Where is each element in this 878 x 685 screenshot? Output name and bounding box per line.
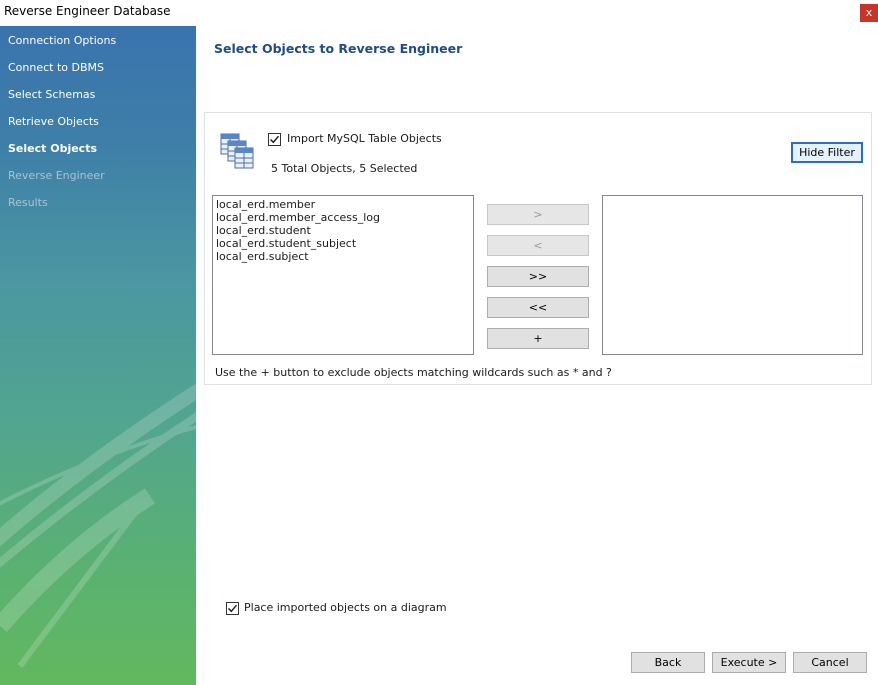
hide-filter-button[interactable]: Hide Filter <box>791 142 863 163</box>
step-connect-to-dbms[interactable]: Connect to DBMS <box>8 61 104 74</box>
step-connection-options[interactable]: Connection Options <box>8 34 116 47</box>
window-title: Reverse Engineer Database <box>4 4 171 18</box>
list-item[interactable]: local_erd.member_access_log <box>216 211 470 224</box>
import-tables-label: Import MySQL Table Objects <box>287 132 442 145</box>
step-retrieve-objects[interactable]: Retrieve Objects <box>8 115 99 128</box>
step-reverse-engineer: Reverse Engineer <box>8 169 105 182</box>
wildcard-hint: Use the + button to exclude objects matc… <box>215 366 612 379</box>
cancel-button[interactable]: Cancel <box>793 652 867 673</box>
step-select-schemas[interactable]: Select Schemas <box>8 88 95 101</box>
checkmark-icon <box>270 135 280 144</box>
add-wildcard-button[interactable]: + <box>487 328 589 349</box>
table-objects-icon <box>220 133 254 169</box>
included-objects-list[interactable]: local_erd.member local_erd.member_access… <box>212 195 474 355</box>
list-item[interactable]: local_erd.member <box>216 198 470 211</box>
list-item[interactable]: local_erd.student <box>216 224 470 237</box>
title-bar: Reverse Engineer Database x <box>0 0 878 26</box>
main-content: Select Objects to Reverse Engineer Impor… <box>196 26 878 685</box>
object-count-label: 5 Total Objects, 5 Selected <box>271 162 418 175</box>
execute-button[interactable]: Execute > <box>712 652 786 673</box>
step-results: Results <box>8 196 48 209</box>
page-title: Select Objects to Reverse Engineer <box>214 41 463 56</box>
object-filter-panel: Import MySQL Table Objects 5 Total Objec… <box>204 112 872 385</box>
move-all-right-button[interactable]: >> <box>487 266 589 287</box>
checkmark-icon <box>228 604 238 613</box>
back-button[interactable]: Back <box>631 652 705 673</box>
list-item[interactable]: local_erd.subject <box>216 250 470 263</box>
move-all-left-button[interactable]: << <box>487 297 589 318</box>
import-tables-checkbox[interactable] <box>268 133 281 146</box>
step-select-objects[interactable]: Select Objects <box>8 142 97 155</box>
move-left-button[interactable]: < <box>487 235 589 256</box>
wizard-sidebar: Connection Options Connect to DBMS Selec… <box>0 26 196 685</box>
place-on-diagram-checkbox[interactable] <box>226 602 239 615</box>
place-on-diagram-label: Place imported objects on a diagram <box>244 601 447 614</box>
list-item[interactable]: local_erd.student_subject <box>216 237 470 250</box>
move-right-button[interactable]: > <box>487 204 589 225</box>
excluded-objects-list[interactable] <box>602 195 863 355</box>
close-button[interactable]: x <box>860 4 878 22</box>
